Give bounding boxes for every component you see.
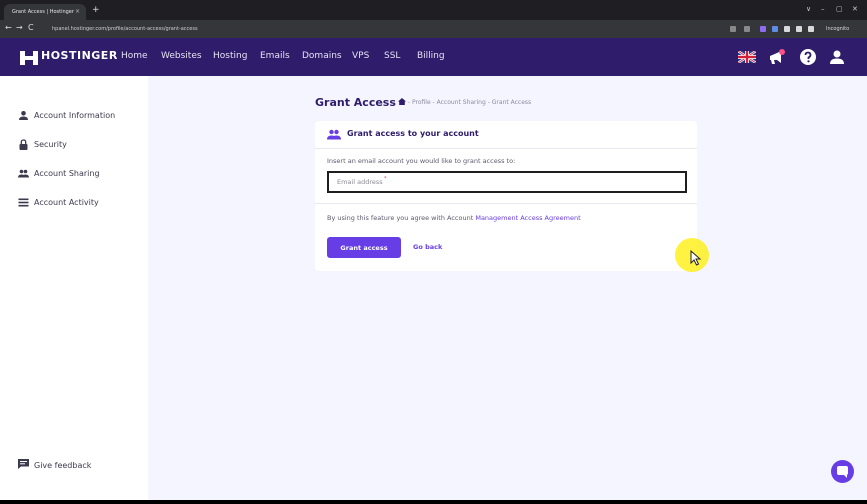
- nav-domains[interactable]: Domains: [302, 51, 342, 61]
- browser-tab-bar: Grant Access | Hostinger × + ∨ – ▢ ✕: [0, 0, 867, 20]
- extension-icon[interactable]: [784, 26, 790, 32]
- back-icon[interactable]: ←: [5, 23, 12, 32]
- sidebar-item-label: Account Sharing: [34, 169, 100, 178]
- lock-icon: [19, 139, 28, 150]
- grant-access-button[interactable]: Grant access: [327, 237, 401, 258]
- user-icon: [19, 111, 28, 120]
- nav-billing[interactable]: Billing: [417, 51, 445, 61]
- window-menu-icon[interactable]: ∨: [806, 5, 811, 13]
- page-title: Grant Access: [315, 96, 396, 109]
- go-back-link[interactable]: Go back: [413, 237, 442, 258]
- sidebar-item-label: Security: [34, 140, 67, 149]
- extension-icon[interactable]: [772, 26, 778, 32]
- main-content: Grant Access - Profile - Account Sharing…: [18, 76, 867, 502]
- home-icon[interactable]: [398, 98, 406, 105]
- agreement-link[interactable]: Management Access Agreement: [475, 214, 580, 222]
- megaphone-icon[interactable]: [768, 48, 786, 66]
- users-icon: [18, 169, 29, 178]
- sidebar-item-security[interactable]: Security: [18, 138, 67, 152]
- browser-tab[interactable]: Grant Access | Hostinger ×: [4, 4, 86, 20]
- user-icon[interactable]: [828, 48, 846, 66]
- email-instruction: Insert an email account you would like t…: [327, 157, 516, 165]
- hostinger-logo-icon[interactable]: [20, 51, 38, 65]
- forward-icon[interactable]: →: [16, 23, 23, 32]
- card-title: Grant access to your account: [347, 129, 479, 138]
- incognito-badge[interactable]: Incognito: [826, 23, 849, 35]
- window-close-icon[interactable]: ✕: [852, 5, 858, 13]
- required-mark: *: [384, 176, 387, 182]
- feedback-icon: [18, 459, 29, 469]
- nav-hosting[interactable]: Hosting: [213, 51, 247, 61]
- agreement-prefix: By using this feature you agree with Acc…: [327, 214, 476, 222]
- email-field[interactable]: [327, 171, 687, 193]
- star-icon[interactable]: [744, 26, 750, 32]
- breadcrumb: - Profile - Account Sharing - Grant Acce…: [398, 98, 531, 106]
- zoom-icon[interactable]: [730, 26, 736, 32]
- nav-home[interactable]: Home: [121, 51, 148, 61]
- browser-toolbar: ← → C hpanel.hostinger.com/profile/accou…: [0, 20, 867, 38]
- logo-text[interactable]: HOSTINGER: [41, 49, 118, 62]
- sidebar-item-label: Account Activity: [34, 198, 99, 207]
- nav-ssl[interactable]: SSL: [384, 51, 400, 61]
- mouse-pointer-icon: [690, 250, 702, 266]
- nav-websites[interactable]: Websites: [161, 51, 202, 61]
- reload-icon[interactable]: C: [28, 23, 34, 32]
- minimize-icon[interactable]: –: [821, 5, 825, 13]
- list-icon: [18, 198, 29, 207]
- agreement-text: By using this feature you agree with Acc…: [327, 214, 581, 222]
- sidebar-item-account-sharing[interactable]: Account Sharing: [18, 167, 100, 181]
- new-tab-icon[interactable]: +: [92, 6, 100, 15]
- give-feedback-button[interactable]: Give feedback: [18, 459, 91, 470]
- help-icon[interactable]: [799, 48, 817, 66]
- grant-access-card: Grant access to your account Insert an e…: [315, 121, 697, 271]
- card-header: Grant access to your account: [315, 121, 697, 149]
- users-icon: [327, 129, 341, 140]
- sidebar-toggle-icon[interactable]: [808, 26, 814, 32]
- extension-icon[interactable]: [760, 26, 766, 32]
- sidebar-item-label: Account Information: [34, 111, 116, 120]
- bottom-edge: [0, 500, 867, 504]
- app-header: HOSTINGER Home Websites Hosting Emails D…: [0, 38, 867, 76]
- chat-button[interactable]: [831, 460, 854, 483]
- nav-emails[interactable]: Emails: [260, 51, 290, 61]
- sidebar-item-account-activity[interactable]: Account Activity: [18, 196, 99, 210]
- give-feedback-label: Give feedback: [34, 461, 92, 470]
- divider: [315, 203, 697, 204]
- browser-tab-title: Grant Access | Hostinger: [12, 9, 74, 15]
- screen: Grant Access | Hostinger × + ∨ – ▢ ✕ ← →…: [0, 0, 867, 504]
- sidebar-item-account-information[interactable]: Account Information: [18, 109, 115, 123]
- nav-vps[interactable]: VPS: [352, 51, 369, 61]
- maximize-icon[interactable]: ▢: [836, 5, 843, 13]
- tab-close-icon[interactable]: ×: [75, 4, 80, 20]
- sidebar: Account Information Security Account Sha…: [0, 76, 148, 502]
- breadcrumb-trail[interactable]: - Profile - Account Sharing - Grant Acce…: [408, 99, 531, 106]
- extensions-puzzle-icon[interactable]: [796, 26, 802, 32]
- uk-flag-icon[interactable]: [738, 51, 756, 63]
- address-bar[interactable]: hpanel.hostinger.com/profile/account-acc…: [52, 23, 702, 35]
- chat-icon: [837, 466, 848, 478]
